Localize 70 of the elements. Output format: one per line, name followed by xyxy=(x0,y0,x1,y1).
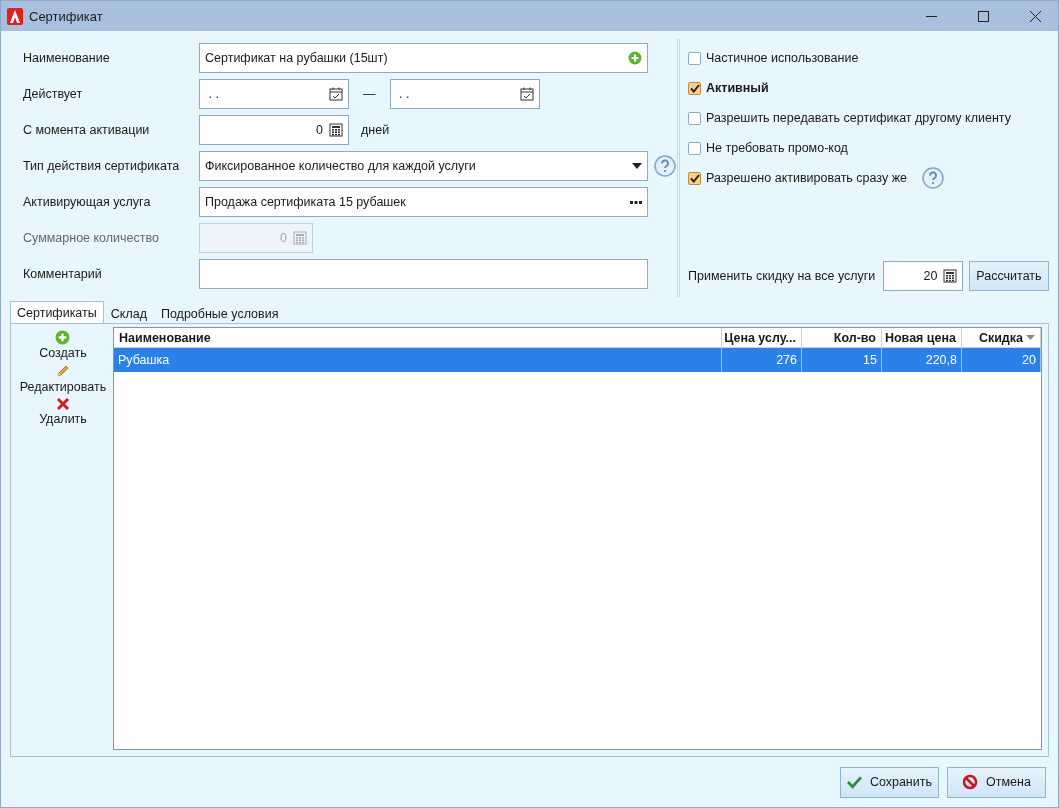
check-icon xyxy=(689,173,700,183)
calendar-icon[interactable] xyxy=(519,87,534,101)
column-header[interactable]: Наименование xyxy=(114,328,722,347)
column-header[interactable]: Новая цена xyxy=(882,328,962,347)
dropdown[interactable]: Фиксированное количество для каждой услуги xyxy=(199,151,648,181)
checkbox-label: Не требовать промо-код xyxy=(706,141,848,155)
checkbox-label: Разрешить передавать сертификат другому клиенту xyxy=(706,111,1011,125)
tab[interactable]: Подробные условия xyxy=(153,303,286,323)
sort-arrow-icon xyxy=(1026,335,1035,340)
field-label: Тип действия сертификата xyxy=(23,159,181,173)
tab[interactable]: Склад xyxy=(103,303,154,323)
prohibited-icon xyxy=(962,774,979,790)
date-field[interactable]: . . xyxy=(199,79,349,109)
table-cell: 15 xyxy=(802,348,882,372)
checkbox-label: Разрешено активировать сразу же xyxy=(706,171,907,185)
cancel-button[interactable]: Отмена xyxy=(947,766,1046,798)
minimize-icon xyxy=(925,15,937,17)
range-dash: — xyxy=(363,87,376,101)
checkbox[interactable] xyxy=(688,111,701,125)
column-header[interactable]: Цена услу... xyxy=(722,328,802,347)
calculate-button[interactable]: Рассчитать xyxy=(969,261,1049,291)
plus-icon[interactable] xyxy=(55,330,71,345)
checkbox[interactable] xyxy=(688,51,701,65)
plus-icon[interactable] xyxy=(628,51,642,65)
window-title: Сертификат xyxy=(29,8,104,24)
discount-label: Применить скидку на все услуги xyxy=(688,269,876,283)
column-header[interactable]: Кол-во xyxy=(802,328,882,347)
table-cell: 20 xyxy=(962,348,1041,372)
lookup-field[interactable]: Продажа сертификата 15 рубашек xyxy=(199,187,648,217)
help-icon[interactable] xyxy=(922,167,944,189)
table-row[interactable]: Рубашка 276 15 220,8 20 xyxy=(114,348,1041,372)
toolbar-button[interactable]: Редактировать xyxy=(19,360,107,394)
maximize-icon xyxy=(977,10,989,22)
field-label: С момента активации xyxy=(23,123,151,137)
field-label: Комментарий xyxy=(23,267,103,281)
text-field[interactable] xyxy=(199,259,648,289)
ellipsis-icon[interactable] xyxy=(630,200,642,204)
pencil-icon xyxy=(55,363,71,379)
checkbox-label: Частичное использование xyxy=(706,51,859,65)
unit-label: дней xyxy=(361,123,390,137)
toolbar-button[interactable]: Создать xyxy=(39,327,87,360)
number-field[interactable]: 0 xyxy=(199,115,349,145)
app-logo-icon xyxy=(7,7,23,25)
checkbox[interactable] xyxy=(688,141,701,155)
toolbar-button[interactable]: Удалить xyxy=(39,394,87,426)
checkbox[interactable] xyxy=(688,171,701,185)
text-field[interactable]: Сертификат на рубашки (15шт) xyxy=(199,43,648,73)
field-label: Активирующая услуга xyxy=(23,195,152,209)
tab[interactable]: Сертификаты xyxy=(10,301,104,323)
field-label: Суммарное количество xyxy=(23,231,160,245)
check-icon xyxy=(689,83,700,93)
table-cell: 220,8 xyxy=(882,348,962,372)
save-button[interactable]: Сохранить xyxy=(840,766,939,798)
field-label: Действует xyxy=(23,87,84,101)
calendar-icon[interactable] xyxy=(329,87,343,101)
column-header[interactable]: Скидка xyxy=(962,328,1041,347)
table-cell: Рубашка xyxy=(114,348,722,372)
check-icon xyxy=(847,775,862,789)
calculator-icon[interactable] xyxy=(943,269,958,283)
field-label: Наименование xyxy=(23,51,111,65)
discount-field[interactable]: 20 xyxy=(883,261,964,291)
checkbox-label: Активный xyxy=(706,81,769,95)
calculator-icon[interactable] xyxy=(329,123,343,137)
cross-icon xyxy=(56,397,70,411)
close-icon xyxy=(1029,10,1041,22)
table-cell: 276 xyxy=(722,348,802,372)
dropdown-caret-icon[interactable] xyxy=(632,163,642,169)
date-field[interactable]: . . xyxy=(389,79,540,109)
checkbox[interactable] xyxy=(688,81,701,95)
help-icon[interactable] xyxy=(654,155,676,177)
